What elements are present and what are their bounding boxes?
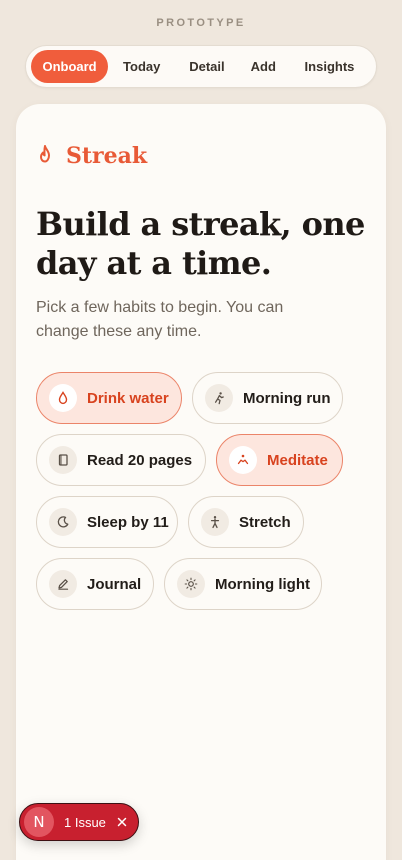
- habit-label: Morning light: [215, 575, 310, 593]
- book-icon: [49, 446, 77, 474]
- issues-indicator[interactable]: N 1 Issue: [19, 803, 139, 841]
- habit-chip-drink-water[interactable]: Drink water: [36, 372, 182, 424]
- water-drop-icon: [49, 384, 77, 412]
- habit-chip-sleep-by-11[interactable]: Sleep by 11: [36, 496, 178, 548]
- page-subtitle: Pick a few habits to begin. You can chan…: [36, 299, 284, 340]
- moon-icon: [49, 508, 77, 536]
- prototype-label: PROTOTYPE: [156, 17, 246, 29]
- habit-label: Journal: [87, 575, 142, 593]
- screen-tab-bar: Onboard Today Detail Add Insights: [25, 45, 377, 88]
- habit-label: Drink water: [87, 389, 169, 407]
- close-icon[interactable]: [114, 814, 130, 830]
- habit-chip-read-20-pages[interactable]: Read 20 pages: [36, 434, 206, 486]
- habit-chip-morning-run[interactable]: Morning run: [192, 372, 343, 424]
- habit-label: Sleep by 11: [87, 513, 169, 531]
- habit-chip-meditate[interactable]: Meditate: [216, 434, 343, 486]
- habit-chip-stretch[interactable]: Stretch: [188, 496, 304, 548]
- habit-label: Meditate: [267, 451, 328, 469]
- habit-chip-morning-light[interactable]: Morning light: [164, 558, 322, 610]
- tab-add[interactable]: Add: [239, 50, 288, 83]
- habit-chip-journal[interactable]: Journal: [36, 558, 154, 610]
- habit-label: Morning run: [243, 389, 331, 407]
- brand-name: Streak: [66, 143, 148, 169]
- pencil-icon: [49, 570, 77, 598]
- issues-label: 1 Issue: [64, 814, 106, 830]
- meditate-icon: [229, 446, 257, 474]
- page-title: Build a streak, one day at a time.: [36, 205, 365, 282]
- tab-detail[interactable]: Detail: [175, 50, 238, 83]
- brand: Streak: [38, 143, 147, 169]
- issues-badge: N: [24, 807, 54, 837]
- habit-label: Stretch: [239, 513, 291, 531]
- running-icon: [205, 384, 233, 412]
- sun-icon: [177, 570, 205, 598]
- stretch-icon: [201, 508, 229, 536]
- habit-label: Read 20 pages: [87, 451, 193, 469]
- flame-icon: [38, 144, 52, 168]
- tab-today[interactable]: Today: [108, 50, 175, 83]
- tab-insights[interactable]: Insights: [288, 50, 371, 83]
- tab-onboard[interactable]: Onboard: [31, 50, 109, 83]
